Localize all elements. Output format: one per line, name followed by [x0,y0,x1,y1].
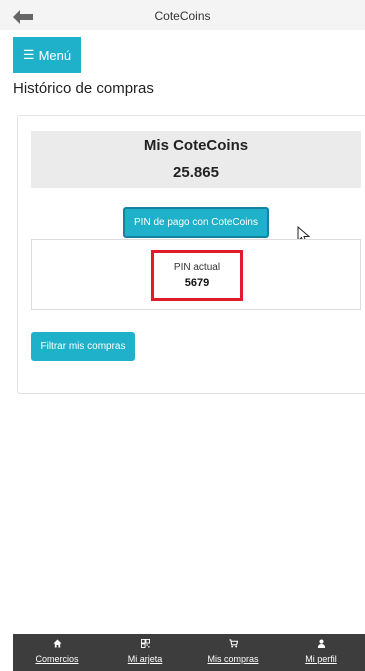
nav-label: Mi perfil [305,654,337,664]
bottom-nav: Comercios Mi arjeta Mis compras Mi perfi… [13,634,365,671]
nav-item-compras[interactable]: Mis compras [189,634,277,671]
nav-item-comercios[interactable]: Comercios [13,634,101,671]
home-icon [52,639,62,648]
balance-value: 25.865 [173,164,219,181]
top-bar: CoteCoins [0,0,365,30]
user-icon [317,639,325,648]
balance-title: Mis CoteCoins [143,137,249,154]
pin-value: 5679 [184,277,210,289]
cart-icon [228,639,238,648]
app-title: CoteCoins [154,9,211,23]
menu-button-label: Menú [38,47,72,63]
menu-button[interactable]: ☰ Menú [13,37,81,73]
page-title: Histórico de compras [13,80,154,97]
payment-pin-button[interactable]: PIN de pago con CoteCoins [123,207,269,238]
nav-label: Comercios [35,654,79,664]
qr-code-icon [140,639,150,648]
balance-box: Mis CoteCoins 25.865 [31,131,361,188]
hamburger-icon: ☰ [22,47,35,62]
nav-label: Mis compras [207,654,259,664]
pin-label: PIN actual [173,262,221,273]
pin-highlight-box [151,250,243,301]
nav-item-tarjeta[interactable]: Mi arjeta [101,634,189,671]
filter-purchases-button[interactable]: Filtrar mis compras [31,332,135,361]
nav-item-perfil[interactable]: Mi perfil [277,634,365,671]
nav-label: Mi arjeta [127,654,163,664]
